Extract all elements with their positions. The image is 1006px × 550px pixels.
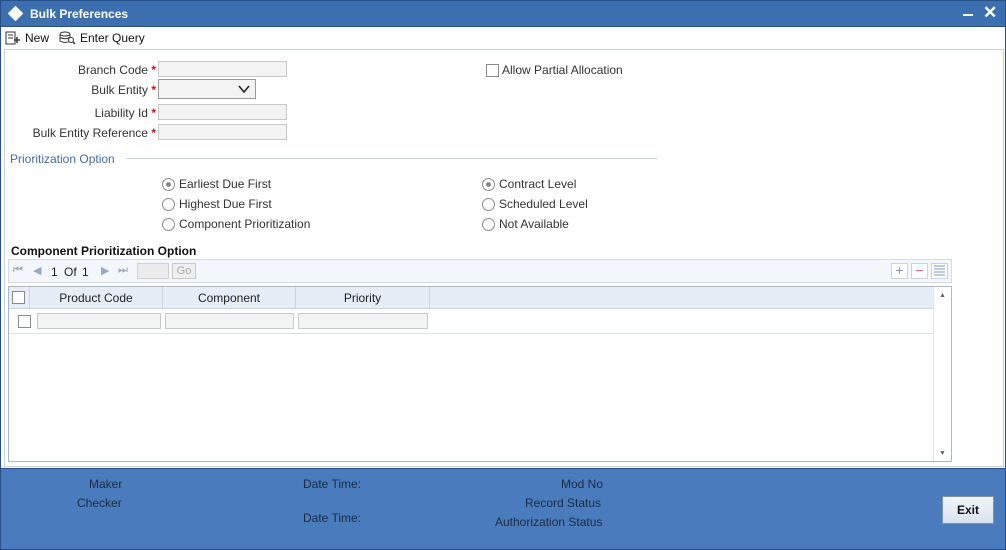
prioritization-section-title: Prioritization Option	[10, 152, 115, 166]
column-header-priority[interactable]: Priority	[296, 287, 430, 309]
window-title: Bulk Preferences	[30, 7, 129, 21]
chevron-down-icon	[238, 85, 250, 94]
enter-query-button[interactable]: Enter Query	[59, 29, 145, 46]
radio-component-prioritization[interactable]: Component Prioritization	[162, 217, 310, 231]
toolbar: New Enter Query	[1, 27, 1005, 49]
new-label: New	[25, 30, 50, 45]
maker-date-time-label: Date Time:	[303, 477, 362, 491]
allow-partial-allocation-checkbox[interactable]	[486, 64, 499, 77]
page-number-input[interactable]	[137, 263, 169, 279]
branch-code-label: Branch Code *	[77, 63, 156, 77]
single-view-icon[interactable]	[931, 263, 948, 279]
title-bar: Bulk Preferences ✕	[1, 1, 1005, 27]
branch-code-input[interactable]	[158, 61, 287, 77]
row-checkbox[interactable]	[18, 315, 31, 328]
radio-earliest-due-first[interactable]: Earliest Due First	[162, 177, 271, 191]
diamond-icon	[7, 5, 24, 22]
table-row	[9, 310, 933, 334]
grid-pager: ⏮ ◀ 1 Of 1 ▶ ⏭ Go + −	[8, 259, 952, 283]
radio-scheduled-level[interactable]: Scheduled Level	[482, 197, 588, 211]
column-header-product-code[interactable]: Product Code	[30, 287, 163, 309]
next-page-icon[interactable]: ▶	[101, 264, 109, 277]
select-all-checkbox[interactable]	[12, 291, 25, 304]
radio-icon	[482, 197, 495, 211]
bulk-preferences-window: Bulk Preferences ✕ New Enter Query Branc…	[0, 0, 1006, 550]
mod-no-label: Mod No	[561, 477, 604, 491]
liability-id-label: Liability Id *	[94, 106, 156, 120]
priority-input[interactable]	[298, 313, 428, 329]
new-button[interactable]: New	[5, 29, 49, 46]
page-total: 1	[82, 265, 89, 279]
radio-contract-level[interactable]: Contract Level	[482, 177, 576, 191]
table-scrollbar[interactable]: ▲ ▼	[933, 287, 951, 461]
close-icon[interactable]: ✕	[983, 3, 997, 23]
scroll-up-icon[interactable]: ▲	[939, 292, 946, 299]
delete-row-icon[interactable]: −	[911, 263, 928, 279]
checker-label: Checker	[77, 496, 122, 510]
page-current: 1	[51, 265, 58, 279]
bulk-entity-reference-input[interactable]	[158, 124, 287, 140]
new-icon	[5, 31, 20, 44]
record-status-label: Record Status	[525, 496, 602, 510]
first-page-icon[interactable]: ⏮	[13, 264, 23, 277]
radio-icon	[162, 197, 175, 211]
radio-not-available[interactable]: Not Available	[482, 217, 569, 231]
maker-label: Maker	[89, 477, 123, 491]
table-header: Product Code Component Priority	[9, 287, 933, 309]
radio-icon	[482, 217, 495, 231]
liability-id-input[interactable]	[158, 104, 287, 120]
go-button[interactable]: Go	[172, 263, 196, 279]
column-header-component[interactable]: Component	[163, 287, 296, 309]
query-icon	[59, 31, 76, 45]
radio-icon	[162, 177, 175, 191]
checker-date-time-label: Date Time:	[303, 511, 362, 525]
section-divider	[126, 158, 657, 159]
exit-button[interactable]: Exit	[942, 496, 994, 524]
authorization-status-label: Authorization Status	[495, 515, 603, 529]
audit-footer: Maker Checker Date Time: Date Time: Mod …	[1, 468, 1005, 549]
component-input[interactable]	[165, 313, 294, 329]
radio-icon	[482, 177, 495, 191]
select-all-cell	[9, 287, 30, 309]
bulk-entity-reference-label: Bulk Entity Reference *	[32, 126, 156, 140]
component-table: Product Code Component Priority ▲ ▼	[8, 286, 952, 462]
product-code-input[interactable]	[37, 313, 161, 329]
page-of-label: Of	[64, 265, 77, 279]
bulk-entity-select[interactable]	[158, 79, 256, 99]
last-page-icon[interactable]: ⏭	[118, 264, 128, 277]
radio-highest-due-first[interactable]: Highest Due First	[162, 197, 272, 211]
scroll-down-icon[interactable]: ▼	[939, 450, 946, 457]
enter-query-label: Enter Query	[80, 30, 145, 45]
prev-page-icon[interactable]: ◀	[33, 264, 41, 277]
add-row-icon[interactable]: +	[891, 263, 908, 279]
minimize-icon[interactable]	[963, 14, 973, 16]
radio-icon	[162, 217, 175, 231]
bulk-entity-label: Bulk Entity *	[91, 83, 156, 97]
component-grid-title: Component Prioritization Option	[11, 244, 197, 258]
allow-partial-allocation-label: Allow Partial Allocation	[502, 63, 623, 77]
